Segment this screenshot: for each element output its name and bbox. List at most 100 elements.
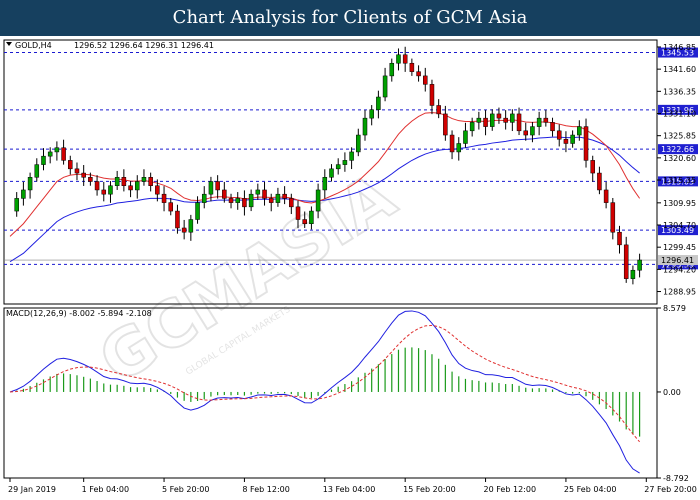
symbol-timeframe-label: GOLD,H4	[15, 41, 52, 50]
time-tick-label: 1 Feb 04:00	[82, 485, 129, 494]
candle-body	[175, 210, 180, 229]
candle-body	[416, 71, 421, 77]
candle-body	[630, 269, 636, 279]
candle-body	[255, 189, 261, 195]
candle-body	[282, 193, 287, 199]
candle-body	[309, 210, 314, 224]
current-price-label: 1296.41	[661, 256, 694, 265]
candle-body	[61, 147, 66, 161]
candle-body	[443, 113, 448, 136]
candle-body	[369, 109, 374, 119]
candle-body	[27, 177, 33, 191]
candle-body	[570, 134, 575, 144]
candle-body	[543, 117, 549, 123]
time-tick-label: 8 Feb 12:00	[242, 485, 289, 494]
candle-body	[563, 139, 569, 144]
candle-body	[503, 117, 508, 123]
price-tick-label: 1299.45	[663, 243, 696, 252]
candle-body	[34, 164, 40, 178]
candle-body	[496, 113, 502, 119]
candle-body	[155, 185, 160, 195]
chart-menu-icon[interactable]	[6, 42, 12, 46]
candle-body	[623, 244, 629, 279]
candle-body	[456, 143, 462, 153]
candle-body	[242, 198, 247, 208]
candle-body	[536, 117, 542, 127]
candle-body	[423, 75, 428, 85]
candle-body	[268, 198, 274, 203]
candle-body	[101, 189, 107, 195]
macd-tick-label: -8.792	[663, 474, 689, 483]
candle-body	[114, 177, 120, 186]
time-axis: 29 Jan 2019 1 Feb 04:00 5 Feb 20:00 8 Feb 1…	[8, 478, 697, 494]
time-tick-label: 29 Jan 2019	[8, 485, 56, 494]
candle-body	[342, 160, 348, 165]
candle-body	[577, 126, 582, 136]
candle-body	[289, 198, 294, 208]
candle-body	[382, 75, 388, 98]
candle-body	[489, 113, 495, 127]
candle-body	[409, 62, 415, 72]
price-tick-label: 1320.60	[663, 154, 696, 163]
candle-body	[436, 105, 441, 115]
time-tick-label: 15 Feb 20:00	[403, 485, 455, 494]
candle-body	[215, 181, 220, 191]
candle-body	[195, 202, 200, 220]
price-chart[interactable]: GCMASIA GLOBAL CAPITAL MARKETS 1345.5313…	[0, 0, 700, 500]
candle-body	[516, 113, 522, 132]
price-tick-label: 1341.60	[663, 65, 696, 74]
candle-body	[235, 198, 240, 203]
candle-body	[463, 130, 468, 144]
candle-body	[396, 54, 401, 64]
candle-body	[476, 117, 482, 123]
candle-body	[141, 177, 147, 182]
candle-body	[275, 193, 281, 203]
candle-body	[201, 193, 207, 203]
candle-body	[148, 177, 153, 186]
candle-body	[402, 54, 408, 64]
candle-body	[590, 160, 595, 174]
candle-body	[248, 193, 254, 208]
candle-body	[597, 172, 602, 191]
macd-tick-label: 0.00	[663, 388, 681, 397]
candle-body	[617, 231, 622, 246]
time-tick-label: 5 Feb 20:00	[162, 485, 209, 494]
candle-body	[41, 155, 46, 165]
candle-body	[362, 117, 368, 136]
candle-body	[68, 160, 73, 170]
candle-body	[21, 189, 26, 199]
candle-body	[603, 189, 609, 203]
candle-body	[510, 113, 515, 123]
candle-body	[302, 219, 307, 224]
price-tick-label: 1331.10	[663, 109, 696, 118]
candle-body	[228, 198, 234, 203]
candle-body	[222, 189, 227, 199]
candle-body	[322, 177, 328, 191]
price-tick-label: 1315.35	[663, 176, 696, 185]
candle-body	[94, 181, 100, 191]
candle-body	[389, 62, 395, 77]
candle-body	[135, 181, 140, 191]
price-tick-label: 1346.85	[663, 43, 696, 52]
price-tick-label: 1336.35	[663, 87, 696, 96]
candle-body	[74, 168, 80, 174]
candle-body	[610, 202, 616, 233]
time-tick-label: 13 Feb 04:00	[323, 485, 375, 494]
candle-body	[88, 177, 93, 182]
candle-body	[469, 122, 475, 132]
candle-body	[550, 122, 555, 132]
candle-body	[161, 193, 167, 203]
candle-body	[181, 227, 187, 233]
macd-label: MACD(12,26,9) -8.002 -5.894 -2.108	[6, 309, 152, 318]
candle-body	[208, 181, 214, 195]
time-tick-label: 20 Feb 12:00	[484, 485, 536, 494]
price-tick-label: 1309.95	[663, 199, 696, 208]
time-tick-label: 27 Feb 20:00	[644, 485, 696, 494]
candle-body	[556, 130, 562, 140]
price-tick-label: 1325.85	[663, 132, 696, 141]
candle-body	[329, 168, 334, 178]
candle-body	[449, 134, 455, 153]
macd-tick-label: 8.579	[663, 304, 686, 313]
candle-body	[168, 202, 174, 212]
candle-body	[128, 185, 133, 191]
